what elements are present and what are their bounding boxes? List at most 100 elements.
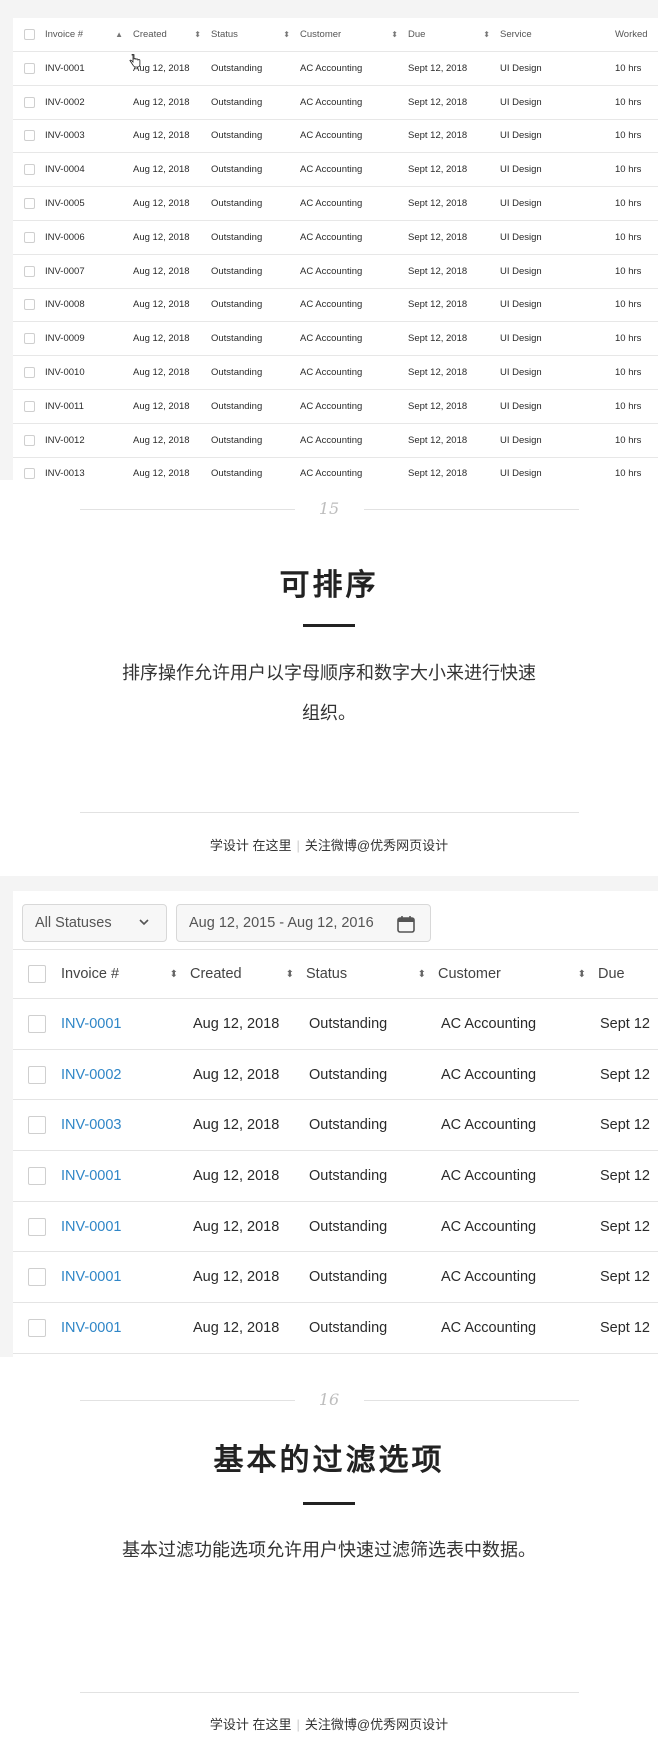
date-range-filter[interactable]: Aug 12, 2015 - Aug 12, 2016 [176,904,431,942]
row-checkbox[interactable] [28,1065,46,1084]
table-row[interactable]: INV-0010 Aug 12, 2018 Outstanding AC Accoun… [13,356,658,390]
cell-worked: 10 hrs [615,299,642,311]
sort-arrows-icon[interactable]: ⬍ [170,969,178,980]
sort-arrows-icon[interactable]: ⬍ [286,969,294,980]
cell-customer: AC Accounting [300,62,363,74]
sort-arrows-icon[interactable]: ⬍ [391,30,398,39]
column-header-service[interactable]: Service [500,29,615,40]
row-checkbox[interactable] [28,1318,46,1337]
column-header-due[interactable]: Due ⬍ [408,29,500,40]
cell-customer: AC Accounting [300,434,363,446]
cell-service: UI Design [500,434,542,446]
table-row[interactable]: INV-0003 Aug 12, 2018 Outstanding AC Accoun… [13,1100,658,1152]
table-row[interactable]: INV-0001 Aug 12, 2018 Outstanding AC Accoun… [13,999,658,1050]
invoice-link[interactable]: INV-0003 [61,1117,190,1133]
calendar-icon[interactable] [396,914,416,934]
row-checkbox[interactable] [23,96,35,108]
row-checkbox[interactable] [23,400,35,412]
table-row[interactable]: INV-0003 Aug 12, 2018 Outstanding AC Accoun… [13,120,658,154]
cell-status: Outstanding [211,367,263,379]
table-row[interactable]: INV-0004 Aug 12, 2018 Outstanding AC Accoun… [13,153,658,188]
sort-arrows-icon[interactable]: ⬍ [283,30,290,39]
cell-created: Aug 12, 2018 [133,367,190,379]
cell-due: Sept 12 [600,1066,650,1083]
invoice-link[interactable]: INV-0001 [61,1320,190,1336]
cell-created: Aug 12, 2018 [133,468,190,480]
table-row[interactable]: INV-0002 Aug 12, 2018 Outstanding AC Accoun… [13,1050,658,1101]
filter-bar: All Statuses Aug 12, 2015 - Aug 12, 2016 [13,891,658,949]
invoice-link[interactable]: INV-0001 [61,1269,190,1285]
column-header-invoice[interactable]: Invoice # ▲ [45,29,133,40]
cell-invoice: INV-0012 [45,434,85,446]
hand-cursor-icon [129,54,141,68]
table-row[interactable]: INV-0008 Aug 12, 2018 Outstanding AC Accoun… [13,289,658,323]
table-row[interactable]: INV-0002 Aug 12, 2018 Outstanding AC Accoun… [13,86,658,120]
row-checkbox[interactable] [28,1116,46,1135]
sort-arrows-icon[interactable]: ⬍ [483,30,490,39]
column-header-created[interactable]: Created ⬍ [133,29,211,40]
table-row[interactable]: INV-0001 Aug 12, 2018 Outstanding AC Accoun… [13,1303,658,1354]
cell-service: UI Design [500,299,542,311]
invoice-link[interactable]: INV-0001 [61,1168,190,1184]
row-checkbox[interactable] [23,468,35,480]
footer-divider [80,1692,579,1693]
row-checkbox[interactable] [28,1268,46,1287]
cell-service: UI Design [500,198,542,210]
cell-worked: 10 hrs [615,198,642,210]
row-checkbox[interactable] [23,130,35,142]
select-all-checkbox[interactable] [23,29,35,40]
row-checkbox[interactable] [23,265,35,277]
column-header-customer[interactable]: Customer ⬍ [300,29,408,40]
cell-customer: AC Accounting [300,198,363,210]
row-checkbox[interactable] [23,299,35,311]
invoice-link[interactable]: INV-0001 [61,1016,190,1032]
column-header-worked[interactable]: Worked [615,29,658,40]
row-checkbox[interactable] [23,367,35,379]
cell-due: Sept 12 [600,1015,650,1032]
row-checkbox[interactable] [23,62,35,74]
column-header-status[interactable]: Status ⬍ [306,966,438,982]
row-checkbox[interactable] [28,1166,46,1185]
table-row[interactable]: INV-0005 Aug 12, 2018 Outstanding AC Accoun… [13,187,658,221]
status-filter-select[interactable]: All Statuses [22,904,167,942]
cell-created: Aug 12, 2018 [133,299,190,311]
table-row[interactable]: INV-0009 Aug 12, 2018 Outstanding AC Accoun… [13,322,658,357]
row-checkbox[interactable] [23,333,35,345]
row-checkbox[interactable] [23,434,35,446]
table-row[interactable]: INV-0006 Aug 12, 2018 Outstanding AC Accoun… [13,221,658,255]
sort-arrows-icon[interactable]: ⬍ [194,30,201,39]
table-row[interactable]: INV-0012 Aug 12, 2018 Outstanding AC Accoun… [13,424,658,458]
sort-arrows-icon[interactable]: ▲ [115,30,123,39]
column-header-invoice[interactable]: Invoice # ⬍ [61,966,190,982]
table-row[interactable]: INV-0001 Aug 12, 2018 Outstanding AC Accoun… [13,1151,658,1202]
table-row[interactable]: INV-0001 Aug 12, 2018 Outstanding AC Accoun… [13,1202,658,1253]
column-header-customer[interactable]: Customer ⬍ [438,966,598,982]
section-description: 基本过滤功能选项允许用户快速过滤筛选表中数据。 [122,1540,536,1560]
select-all-checkbox[interactable] [28,965,46,983]
table-row[interactable]: INV-0013 Aug 12, 2018 Outstanding AC Accoun… [13,458,658,480]
cell-due: Sept 12, 2018 [408,265,468,277]
row-checkbox[interactable] [23,164,35,176]
cell-due: Sept 12 [600,1319,650,1336]
sort-arrows-icon[interactable]: ⬍ [418,969,426,980]
cell-created: Aug 12, 2018 [133,96,190,108]
row-checkbox[interactable] [23,231,35,243]
table-row[interactable]: INV-0007 Aug 12, 2018 Outstanding AC Accoun… [13,255,658,289]
column-header-created[interactable]: Created ⬍ [190,966,306,982]
cell-service: UI Design [500,164,542,176]
table-row[interactable]: INV-0001 Aug 12, 2018 Outstanding AC Accoun… [13,52,658,86]
cell-customer: AC Accounting [300,164,363,176]
row-checkbox[interactable] [23,198,35,210]
row-checkbox[interactable] [28,1217,46,1236]
cell-invoice: INV-0008 [45,299,85,311]
row-checkbox[interactable] [28,1014,46,1033]
table-row[interactable]: INV-0001 Aug 12, 2018 Outstanding AC Accoun… [13,1252,658,1304]
column-header-status[interactable]: Status ⬍ [211,29,300,40]
cell-customer: AC Accounting [441,1167,537,1184]
sort-arrows-icon[interactable]: ⬍ [578,969,586,980]
column-header-due[interactable]: Due [598,966,658,982]
cell-invoice: INV-0010 [45,367,85,379]
invoice-link[interactable]: INV-0002 [61,1067,190,1083]
table-row[interactable]: INV-0011 Aug 12, 2018 Outstanding AC Accoun… [13,390,658,424]
invoice-link[interactable]: INV-0001 [61,1219,190,1235]
